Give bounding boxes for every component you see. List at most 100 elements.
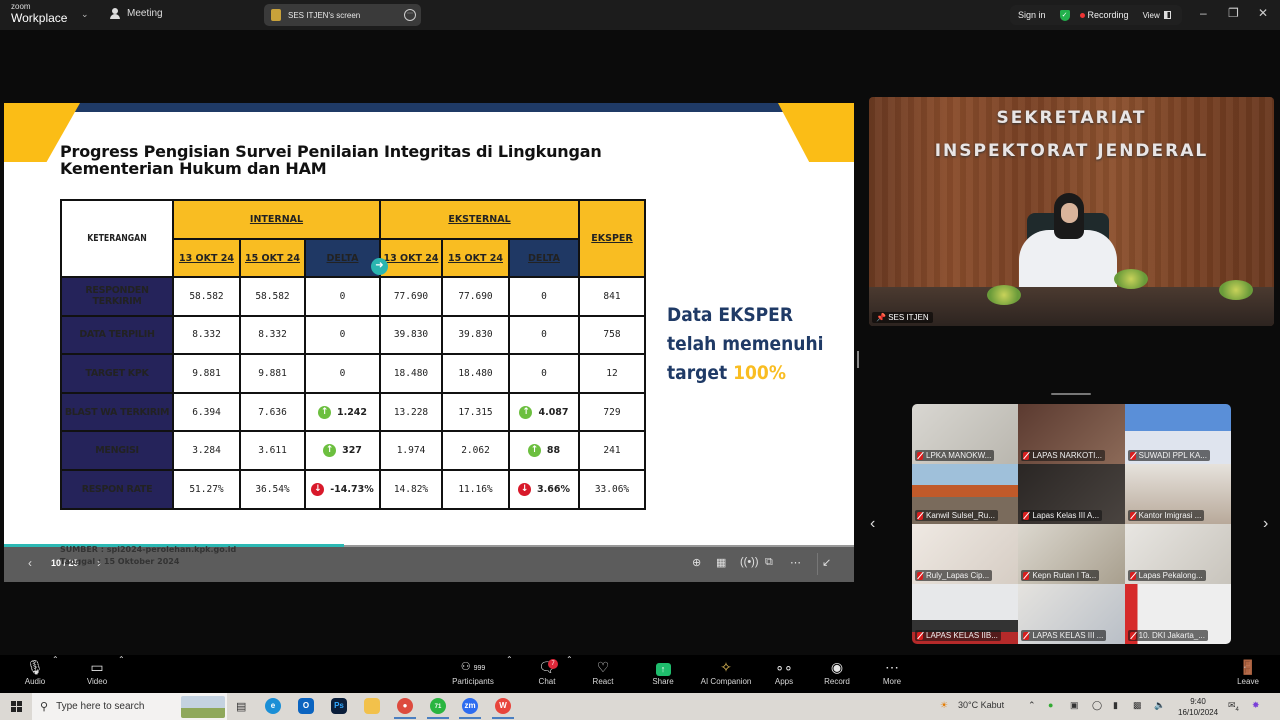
more-options-icon[interactable]: ⋯ (404, 9, 416, 21)
file-explorer-icon[interactable] (364, 698, 380, 714)
participants-icon: ⚇ 999 (460, 661, 486, 673)
mic-muted-icon (1023, 571, 1030, 580)
gallery-next-button[interactable]: › (1263, 515, 1268, 533)
table-row: RESPON RATE 51.27% 36.54% ↓ -14.73% 14.82% 11.… (60, 468, 646, 510)
cell-eksternal-15okt: 18.480 (441, 353, 510, 394)
sign-in-link[interactable]: Sign in (1018, 10, 1046, 20)
mic-muted-icon (1129, 631, 1136, 640)
show-hidden-icons-chevron[interactable]: ⌃ (1028, 700, 1036, 711)
cell-eksternal-15okt: 39.830 (441, 314, 510, 356)
speaker-name-tag: 📌 SES ITJEN (872, 312, 933, 323)
participants-options-caret[interactable]: ⌃ (506, 655, 513, 693)
speaker-video[interactable]: SEKRETARIAT INSPEKTORAT JENDERAL 📌 SES I… (869, 97, 1274, 326)
participant-name-label: LAPAS KELAS IIB... (915, 630, 1001, 641)
whatsapp-icon[interactable]: 71 (427, 698, 449, 719)
mic-muted-icon: 🎙 (26, 659, 44, 675)
recording-indicator[interactable]: Recording (1079, 10, 1129, 20)
pop-out-icon[interactable]: ⧉ (765, 556, 773, 569)
copilot-icon[interactable]: ✸ (1252, 700, 1260, 711)
gallery-prev-button[interactable]: ‹ (870, 515, 875, 533)
screen-share-indicator[interactable]: SES ITJEN's screen ⋯ (264, 4, 421, 26)
mic-muted-icon (1129, 511, 1136, 520)
chevron-down-icon[interactable]: ⌄ (81, 9, 89, 20)
participant-tile[interactable]: Lapas Kelas III A... (1018, 464, 1125, 524)
ai-companion-button[interactable]: ✧ AI Companion (698, 655, 754, 693)
captions-icon[interactable]: ▦ (716, 556, 726, 569)
audio-options-caret[interactable]: ⌃ (52, 655, 59, 693)
share-arrow-icon: ↑ (655, 663, 671, 676)
previous-slide-button[interactable]: ‹ (28, 556, 32, 570)
microphone-icon[interactable]: ▮ (1113, 700, 1118, 711)
share-button[interactable]: ↑ Share (650, 655, 676, 693)
chat-options-caret[interactable]: ⌃ (566, 655, 573, 693)
chat-unread-badge: 7 (548, 659, 558, 669)
meeting-toolbar: 🎙 Audio ⌃ ▭ Video ⌃ ⚇ 999 Participants ⌃… (0, 655, 1280, 693)
wps-office-icon[interactable]: W (492, 698, 514, 719)
video-options-caret[interactable]: ⌃ (118, 655, 125, 693)
participant-tile[interactable]: 10. DKI Jakarta_... (1124, 584, 1231, 644)
cell-eksternal-15okt: 11.16% (441, 468, 510, 510)
react-button[interactable]: ♡ React (590, 655, 616, 693)
close-button[interactable]: ✕ (1258, 6, 1268, 20)
panel-resize-handle[interactable] (857, 351, 859, 368)
minimize-button[interactable]: – (1200, 6, 1207, 20)
zoom-in-icon[interactable]: ⊕ (692, 556, 701, 569)
participant-tile[interactable]: LPKA MANOKW... (912, 404, 1019, 464)
weather-text[interactable]: 30°C Kabut (958, 700, 1004, 710)
maximize-button[interactable]: ❐ (1228, 6, 1239, 20)
apps-icon: ∘∘ (775, 659, 793, 675)
exit-fullscreen-icon[interactable]: ↙ (822, 556, 831, 569)
task-view-icon[interactable]: ▤ (236, 700, 246, 713)
notifications-icon[interactable]: ✉4 (1228, 700, 1239, 713)
mic-muted-icon (1023, 631, 1030, 640)
cell-eksternal-13okt: 77.690 (379, 276, 443, 317)
record-icon: ◉ (830, 659, 844, 675)
video-button[interactable]: ▭ Video (84, 655, 110, 693)
cell-internal-delta: ↑ 1.242 (304, 391, 381, 433)
record-button[interactable]: ◉ Record (822, 655, 852, 693)
broadcast-icon[interactable]: ((•)) (740, 556, 759, 568)
view-button[interactable]: View (1143, 11, 1171, 20)
callout-highlight: 100% (733, 362, 786, 384)
participant-tile[interactable]: Kanwil Sulsel_Ru... (912, 464, 1019, 524)
mic-muted-icon (917, 631, 923, 640)
cell-eksternal-13okt: 1.974 (379, 430, 443, 471)
tray-app-icon[interactable]: ● (1048, 700, 1053, 710)
header-ext-15okt: 15 OKT 24 (441, 238, 510, 278)
windows-start-icon[interactable] (11, 701, 22, 712)
meet-now-icon[interactable]: ◯ (1092, 700, 1102, 711)
participant-tile[interactable]: Ruly_Lapas Cip... (912, 524, 1019, 584)
gallery-drag-handle[interactable] (1051, 393, 1091, 395)
participant-tile[interactable]: Lapas Pekalong... (1124, 524, 1231, 584)
more-icon[interactable]: ⋯ (790, 556, 801, 569)
display-icon[interactable]: ▩ (1133, 700, 1142, 711)
cell-eksternal-13okt: 14.82% (379, 468, 443, 510)
outlook-icon[interactable]: O (298, 698, 314, 714)
zoom-app-icon[interactable]: zm (459, 698, 481, 719)
volume-icon[interactable]: 🔈 (1154, 700, 1165, 711)
apps-button[interactable]: ∘∘ Apps (771, 655, 797, 693)
participant-tile[interactable]: SUWADI PPL KA... (1124, 404, 1231, 464)
more-button[interactable]: ⋯ More (879, 655, 905, 693)
participant-tile[interactable]: Kepn Rutan I Ta... (1018, 524, 1125, 584)
shield-check-icon[interactable]: ✓ (1059, 9, 1070, 21)
meeting-menu[interactable]: Meeting (109, 8, 163, 19)
leave-button[interactable]: 🚪 Leave (1235, 655, 1261, 693)
search-highlight-image (181, 696, 225, 718)
cell-eksper: 729 (578, 391, 646, 433)
participant-tile[interactable]: Kantor Imigrasi ... (1124, 464, 1231, 524)
audio-button[interactable]: 🎙 Audio (22, 655, 48, 693)
video-camera-icon: ▭ (90, 659, 104, 675)
participants-button[interactable]: ⚇ 999 Participants (450, 655, 496, 693)
participant-tile[interactable]: LAPAS KELAS IIB... (912, 584, 1019, 644)
taskbar-clock[interactable]: 9:40 16/10/2024 (1178, 696, 1218, 718)
taskbar-search[interactable]: ⚲ Type here to search (32, 693, 227, 720)
participant-tile[interactable]: LAPAS NARKOTI... (1018, 404, 1125, 464)
photoshop-icon[interactable]: Ps (331, 698, 347, 714)
cell-internal-13okt: 51.27% (172, 468, 241, 510)
participant-tile[interactable]: LAPAS KELAS III ... (1018, 584, 1125, 644)
edge-icon[interactable]: e (265, 698, 281, 714)
chrome-icon[interactable]: ● (394, 698, 416, 719)
network-icon[interactable]: ▣ (1070, 700, 1079, 711)
participant-name-label: LPKA MANOKW... (915, 450, 995, 461)
